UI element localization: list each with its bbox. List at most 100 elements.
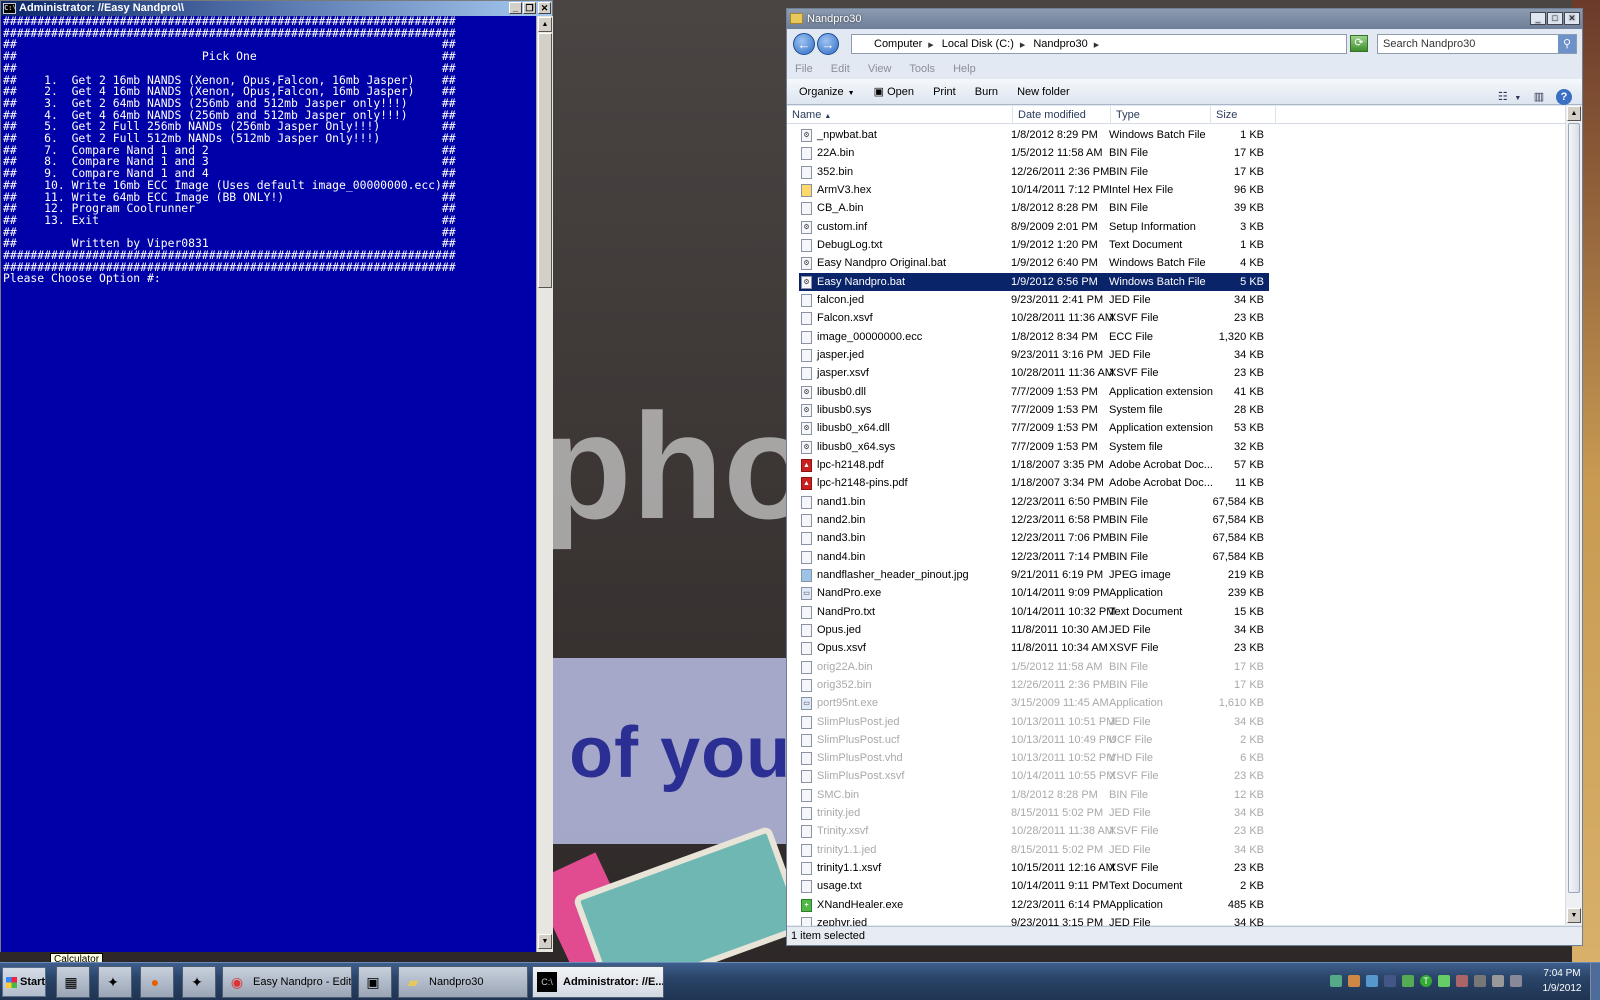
taskbar-button-explorer[interactable]: ▰ Nandpro30 <box>398 966 528 998</box>
scroll-down-arrow-icon[interactable]: ▼ <box>538 934 552 949</box>
help-icon[interactable]: ? <box>1556 89 1572 105</box>
taskbar-button-console[interactable]: C:\ Administrator: //E... <box>532 966 664 998</box>
maximize-button[interactable]: □ <box>1547 12 1563 25</box>
tray-app-icon[interactable] <box>1348 975 1360 987</box>
clock[interactable]: 7:04 PM 1/9/2012 <box>1537 966 1587 996</box>
open-button[interactable]: ▣ Open <box>874 86 914 98</box>
file-row[interactable]: Trinity.xsvf 10/28/2011 11:38 AM XSVF File… <box>799 822 1565 840</box>
scroll-up-arrow-icon[interactable]: ▲ <box>538 17 552 32</box>
tray-green-icon[interactable]: T <box>1420 975 1432 987</box>
column-size[interactable]: Size <box>1211 106 1276 124</box>
file-row[interactable]: jasper.jed 9/23/2011 3:16 PM JED File 34 KB <box>799 346 1565 364</box>
minimize-button[interactable]: _ <box>509 2 522 14</box>
tray-network-icon[interactable] <box>1330 975 1342 987</box>
print-button[interactable]: Print <box>933 86 956 98</box>
menu-tools[interactable]: Tools <box>909 63 935 75</box>
file-row[interactable]: CB_A.bin 1/8/2012 8:28 PM BIN File 39 KB <box>799 199 1565 217</box>
file-row[interactable]: SlimPlusPost.ucf 10/13/2011 10:49 PM UCF F… <box>799 731 1565 749</box>
address-bar[interactable]: Computer ▶ Local Disk (C:) ▶ Nandpro30 ▶ <box>851 34 1347 54</box>
tray-app-icon[interactable] <box>1456 975 1468 987</box>
file-row[interactable]: ⚙ libusb0_x64.dll 7/7/2009 1:53 PM Applicat… <box>799 419 1565 437</box>
file-row[interactable]: SlimPlusPost.vhd 10/13/2011 10:52 PM VHD F… <box>799 749 1565 767</box>
console-window[interactable]: C:\ Administrator: //Easy Nandpro\\ _ ❐ … <box>0 0 553 952</box>
file-row[interactable]: SlimPlusPost.jed 10/13/2011 10:51 PM JED F… <box>799 713 1565 731</box>
file-row[interactable]: trinity.jed 8/15/2011 5:02 PM JED File 34 K… <box>799 804 1565 822</box>
scroll-thumb[interactable] <box>1568 123 1580 893</box>
menu-help[interactable]: Help <box>953 63 976 75</box>
file-row[interactable]: 22A.bin 1/5/2012 11:58 AM BIN File 17 KB <box>799 144 1565 162</box>
file-row[interactable]: NandPro.txt 10/14/2011 10:32 PM Text Docum… <box>799 603 1565 621</box>
file-row[interactable]: Opus.jed 11/8/2011 10:30 AM JED File 34 KB <box>799 621 1565 639</box>
file-row-selected[interactable]: ⚙ Easy Nandpro.bat 1/9/2012 6:56 PM Windows… <box>799 272 1269 291</box>
explorer-titlebar[interactable]: Nandpro30 _ □ ✕ <box>787 9 1582 29</box>
show-desktop-button[interactable] <box>1590 963 1600 1000</box>
file-row[interactable]: Opus.xsvf 11/8/2011 10:34 AM XSVF File 23 K… <box>799 639 1565 657</box>
file-row[interactable]: nand1.bin 12/23/2011 6:50 PM BIN File 67,58… <box>799 493 1565 511</box>
quicklaunch-app[interactable]: ✦ <box>98 966 132 998</box>
column-name[interactable]: Name ▲ <box>787 106 1013 124</box>
file-row[interactable]: nand2.bin 12/23/2011 6:58 PM BIN File 67,58… <box>799 511 1565 529</box>
column-date[interactable]: Date modified <box>1013 106 1111 124</box>
new-folder-button[interactable]: New folder <box>1017 86 1070 98</box>
file-row[interactable]: nandflasher_header_pinout.jpg 9/21/2011 6… <box>799 566 1565 584</box>
column-type[interactable]: Type <box>1111 106 1211 124</box>
file-row[interactable]: ⚙ Easy Nandpro Original.bat 1/9/2012 6:40 … <box>799 254 1565 272</box>
console-titlebar[interactable]: C:\ Administrator: //Easy Nandpro\\ _ ❐ … <box>1 1 552 16</box>
tray-app-icon[interactable] <box>1474 975 1486 987</box>
search-input[interactable]: Search Nandpro30 ⚲ <box>1377 34 1577 54</box>
file-row[interactable]: trinity1.1.jed 8/15/2011 5:02 PM JED File 3… <box>799 841 1565 859</box>
start-button[interactable]: Start <box>2 967 46 997</box>
file-row[interactable]: ▲ lpc-h2148-pins.pdf 1/18/2007 3:34 PM Adob… <box>799 474 1565 492</box>
file-row[interactable]: ⚙ libusb0.sys 7/7/2009 1:53 PM System file 2… <box>799 401 1565 419</box>
breadcrumb-local-disk[interactable]: Local Disk (C:) <box>942 38 1014 50</box>
file-row[interactable]: + XNandHealer.exe 12/23/2011 6:14 PM Applic… <box>799 896 1565 914</box>
quicklaunch-firefox[interactable]: ● <box>140 966 174 998</box>
file-row[interactable]: DebugLog.txt 1/9/2012 1:20 PM Text Documen… <box>799 236 1565 254</box>
file-row[interactable]: ⚙ custom.inf 8/9/2009 2:01 PM Setup Informa… <box>799 218 1565 236</box>
scroll-up-arrow-icon[interactable]: ▲ <box>1567 106 1581 121</box>
search-icon[interactable]: ⚲ <box>1558 35 1576 53</box>
quicklaunch-calculator[interactable]: ▦ <box>56 966 90 998</box>
volume-icon[interactable] <box>1510 975 1522 987</box>
file-row[interactable]: orig352.bin 12/26/2011 2:36 PM BIN File 17 … <box>799 676 1565 694</box>
file-row[interactable]: ▭ NandPro.exe 10/14/2011 9:09 PM Applicatio… <box>799 584 1565 602</box>
file-row[interactable]: SlimPlusPost.xsvf 10/14/2011 10:55 PM XSVF… <box>799 767 1565 785</box>
file-row[interactable]: falcon.jed 9/23/2011 2:41 PM JED File 34 KB <box>799 291 1565 309</box>
menu-edit[interactable]: Edit <box>831 63 850 75</box>
tray-nvidia-icon[interactable] <box>1438 975 1450 987</box>
file-row[interactable]: ▲ lpc-h2148.pdf 1/18/2007 3:35 PM Adobe Acr… <box>799 456 1565 474</box>
chevron-down-icon[interactable]: ▼ <box>1514 91 1522 107</box>
preview-pane-icon[interactable]: ▥ <box>1531 89 1547 105</box>
console-output[interactable]: ########################################… <box>1 16 536 952</box>
burn-button[interactable]: Burn <box>975 86 998 98</box>
scroll-down-arrow-icon[interactable]: ▼ <box>1567 908 1581 923</box>
tray-app-icon[interactable] <box>1366 975 1378 987</box>
file-row[interactable]: ▭ port95nt.exe 3/15/2009 11:45 AM Applicati… <box>799 694 1565 712</box>
restore-button[interactable]: ❐ <box>523 2 536 14</box>
view-options-icon[interactable]: ☷ <box>1495 89 1511 105</box>
tray-app-icon[interactable] <box>1402 975 1414 987</box>
file-list-scrollbar[interactable]: ▲ ▼ <box>1565 106 1582 925</box>
file-row[interactable]: ArmV3.hex 10/14/2011 7:12 PM Intel Hex Fil… <box>799 181 1565 199</box>
file-row[interactable]: Falcon.xsvf 10/28/2011 11:36 AM XSVF File 2… <box>799 309 1565 327</box>
breadcrumb-computer[interactable]: Computer <box>874 38 922 50</box>
file-row[interactable]: jasper.xsvf 10/28/2011 11:36 AM XSVF File 2… <box>799 364 1565 382</box>
minimize-button[interactable]: _ <box>1530 12 1546 25</box>
file-row[interactable]: ⚙ _npwbat.bat 1/8/2012 8:29 PM Windows Batc… <box>799 126 1565 144</box>
console-scrollbar[interactable]: ▲ ▼ <box>536 16 553 952</box>
explorer-window[interactable]: Nandpro30 _ □ ✕ ← → Computer ▶ Local Disk… <box>786 8 1583 946</box>
file-row[interactable]: 352.bin 12/26/2011 2:36 PM BIN File 17 KB <box>799 163 1565 181</box>
file-list-pane[interactable]: Name ▲ Date modified Type Size ⚙ _npwbat.… <box>787 106 1582 931</box>
forward-arrow-icon[interactable]: → <box>817 33 839 55</box>
tray-app-icon[interactable] <box>1492 975 1504 987</box>
taskbar-button-chrome[interactable]: ◉ Easy Nandpro - Edit P... <box>222 966 352 998</box>
menu-file[interactable]: File <box>795 63 813 75</box>
file-row[interactable]: usage.txt 10/14/2011 9:11 PM Text Document… <box>799 877 1565 895</box>
file-row[interactable]: ⚙ libusb0_x64.sys 7/7/2009 1:53 PM System f… <box>799 438 1565 456</box>
scroll-thumb[interactable] <box>538 33 552 288</box>
back-arrow-icon[interactable]: ← <box>793 33 815 55</box>
tray-monitor-icon[interactable] <box>1384 975 1396 987</box>
quicklaunch-app2[interactable]: ✦ <box>182 966 216 998</box>
menu-view[interactable]: View <box>868 63 892 75</box>
file-row[interactable]: SMC.bin 1/8/2012 8:28 PM BIN File 12 KB <box>799 786 1565 804</box>
